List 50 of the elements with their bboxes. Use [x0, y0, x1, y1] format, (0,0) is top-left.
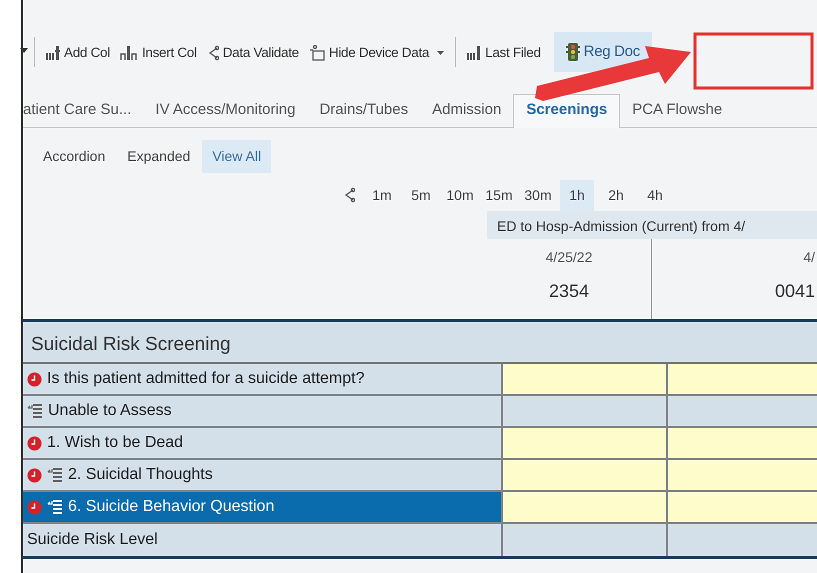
view-button[interactable]: Expanded	[117, 140, 200, 173]
column-add-icon	[46, 45, 60, 62]
interval-button[interactable]: 4h	[638, 180, 672, 210]
toolbar-button[interactable]: Hide Device Data	[304, 40, 450, 66]
traffic-light-icon	[566, 43, 580, 61]
device-icon	[308, 45, 325, 62]
share-icon	[343, 187, 355, 203]
row-text: Suicide Risk Level	[27, 530, 158, 550]
row-text: Is this patient admitted for a suicide attempt?	[47, 369, 364, 389]
interval-button[interactable]: 15m	[482, 180, 516, 210]
column-date: 4/25/22	[546, 248, 592, 267]
toolbar-button[interactable]: Insert Col	[114, 40, 202, 66]
column-insert-icon	[120, 45, 138, 62]
view-button[interactable]: View All	[202, 140, 272, 173]
row-text: 2. Suicidal Thoughts	[68, 465, 213, 485]
linked-list-icon	[47, 499, 63, 515]
tab[interactable]: PCA Flowshe	[620, 94, 734, 127]
view-button[interactable]: Accordion	[33, 140, 116, 173]
linked-list-icon	[27, 403, 43, 419]
tab[interactable]: IV Access/Monitoring	[143, 94, 308, 127]
row-label[interactable]: Unable to Assess	[23, 396, 503, 426]
row-label[interactable]: 6. Suicide Behavior Question	[23, 492, 503, 522]
share-icon	[206, 45, 219, 62]
column-date: 4/	[803, 248, 815, 267]
row-text: Unable to Assess	[48, 401, 172, 421]
tab[interactable]: Screenings	[513, 94, 620, 128]
tab[interactable]: atient Care Su...	[23, 94, 144, 127]
required-icon	[27, 372, 42, 386]
required-icon	[27, 436, 42, 450]
linked-list-icon	[47, 467, 63, 483]
interval-button[interactable]: 2h	[599, 180, 633, 210]
interval-button[interactable]: 30m	[521, 180, 555, 210]
interval-button[interactable]: 1h	[560, 180, 594, 210]
tab[interactable]: Drains/Tubes	[307, 94, 420, 127]
interval-button[interactable]: 10m	[443, 180, 477, 210]
required-icon	[27, 500, 42, 514]
column-icon	[467, 45, 482, 62]
row-label[interactable]: Suicide Risk Level	[23, 524, 503, 556]
interval-button[interactable]: 5m	[404, 180, 438, 210]
interval-button[interactable]: 1m	[365, 180, 399, 210]
encounter-header: ED to Hosp-Admission (Current) from 4/	[487, 211, 817, 239]
toolbar-button[interactable]: Add Col	[41, 40, 115, 66]
row-text: 6. Suicide Behavior Question	[68, 497, 274, 517]
tab[interactable]: Admission	[420, 94, 514, 127]
column-time: 0041	[774, 280, 815, 303]
toolbar-button[interactable]: Data Validate	[202, 40, 304, 66]
required-icon	[27, 468, 42, 482]
column-time: 2354	[548, 280, 590, 303]
row-text: 1. Wish to be Dead	[47, 433, 184, 453]
toolbar-button[interactable]: Last Filed	[462, 40, 546, 66]
